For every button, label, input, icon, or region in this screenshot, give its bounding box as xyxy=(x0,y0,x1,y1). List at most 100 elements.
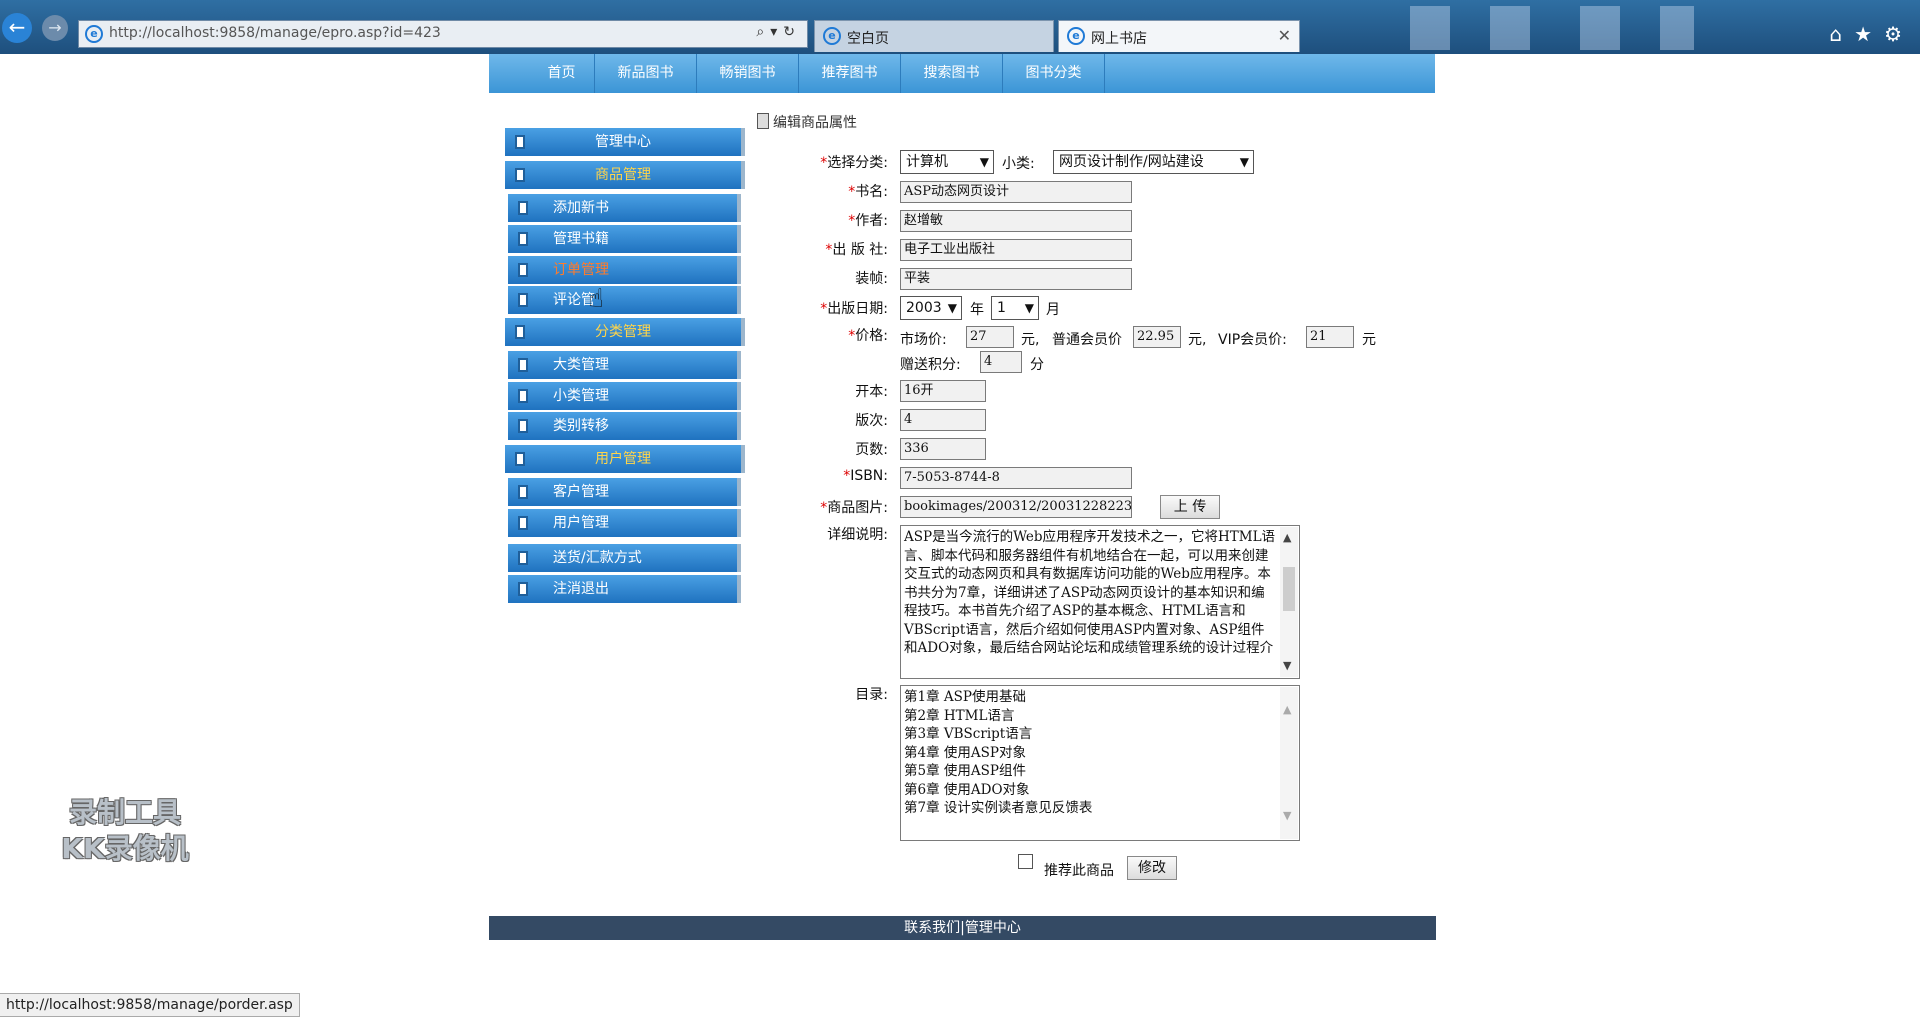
label-description: 详细说明: xyxy=(827,527,888,543)
nav-search-books[interactable]: 搜索图书 xyxy=(901,54,1003,93)
upload-button[interactable]: 上 传 xyxy=(1160,495,1220,519)
status-bar: http://localhost:9858/manage/porder.asp xyxy=(0,993,300,1017)
browser-tools: ⌂★⚙ xyxy=(1829,22,1914,46)
label-author: *作者: xyxy=(848,213,888,229)
label-pub-date: *出版日期: xyxy=(820,301,888,317)
address-bar[interactable]: e http://localhost:9858/manage/epro.asp?… xyxy=(78,20,808,48)
pages-input[interactable]: 336 xyxy=(900,438,986,460)
nav-new-books[interactable]: 新品图书 xyxy=(595,54,697,93)
sidebar-item-label: 分类管理 xyxy=(595,324,651,340)
chevron-down-icon[interactable]: ▼ xyxy=(1283,657,1291,676)
submit-button[interactable]: 修改 xyxy=(1127,856,1177,880)
subcategory-select[interactable]: 网页设计制作/网站建设 ▼ xyxy=(1053,150,1254,174)
chevron-up-icon[interactable]: ▲ xyxy=(1283,529,1291,548)
search-refresh-icons[interactable]: ⌕▾↻ xyxy=(756,24,801,40)
sidebar-item-users[interactable]: 用户管理 xyxy=(508,509,741,537)
edition-input[interactable]: 4 xyxy=(900,409,986,431)
book-icon xyxy=(515,452,525,466)
year-select[interactable]: 2003 ▼ xyxy=(900,296,962,320)
toc-textarea[interactable]: 第1章 ASP使用基础 第2章 HTML语言 第3章 VBScript语言 第4… xyxy=(900,685,1300,841)
chevron-down-icon: ▼ xyxy=(1239,155,1249,169)
main-nav: 首页 新品图书 畅销图书 推荐图书 搜索图书 图书分类 xyxy=(489,54,1435,93)
label-edition: 版次: xyxy=(855,413,888,429)
binding-input[interactable]: 平装 xyxy=(900,268,1132,290)
chevron-up-icon[interactable]: ▲ xyxy=(1283,701,1291,720)
book-icon xyxy=(518,419,528,433)
sidebar-item-manage-books[interactable]: 管理书籍 xyxy=(508,225,741,253)
hand-cursor-icon: ☝ xyxy=(588,284,604,314)
book-icon xyxy=(518,293,528,307)
home-icon[interactable]: ⌂ xyxy=(1829,22,1854,46)
sidebar-item-orders[interactable]: 订单管理 xyxy=(508,256,741,284)
label-format: 开本: xyxy=(855,384,888,400)
star-icon[interactable]: ★ xyxy=(1854,22,1884,46)
forward-arrow-icon[interactable]: → xyxy=(42,15,68,41)
chevron-down-icon[interactable]: ▼ xyxy=(1283,807,1291,826)
nav-categories[interactable]: 图书分类 xyxy=(1003,54,1105,93)
sidebar-item-label: 送货/汇款方式 xyxy=(553,550,642,566)
label-category: *选择分类: xyxy=(820,155,888,171)
nav-home[interactable]: 首页 xyxy=(529,54,595,93)
month-select[interactable]: 1 ▼ xyxy=(991,296,1039,320)
recommend-checkbox[interactable] xyxy=(1018,854,1033,869)
url-text: http://localhost:9858/manage/epro.asp?id… xyxy=(109,25,441,41)
sidebar-item-customers[interactable]: 客户管理 xyxy=(508,478,741,506)
author-input[interactable]: 赵增敏 xyxy=(900,210,1132,232)
label-publisher: *出 版 社: xyxy=(825,242,888,258)
back-arrow-icon[interactable]: ← xyxy=(2,13,32,43)
vip-price-input[interactable]: 21 xyxy=(1306,326,1354,348)
form-title: 编辑商品属性 xyxy=(757,112,857,132)
book-name-input[interactable]: ASP动态网页设计 xyxy=(900,181,1132,203)
points-unit: 分 xyxy=(1030,357,1044,373)
tab-blank-page[interactable]: e 空白页 xyxy=(814,20,1054,52)
member-price-input[interactable]: 22.95 xyxy=(1133,326,1181,348)
sidebar-item-label: 订单管理 xyxy=(553,262,609,278)
scrollbar[interactable]: ▲ ▼ xyxy=(1280,687,1298,839)
sidebar-item-add-book[interactable]: 添加新书 xyxy=(508,194,741,222)
nav-recommended[interactable]: 推荐图书 xyxy=(799,54,901,93)
label-member-price: 普通会员价 xyxy=(1052,332,1122,348)
scrollbar[interactable]: ▲ ▼ xyxy=(1280,527,1298,677)
close-icon[interactable]: ✕ xyxy=(1278,26,1291,45)
market-price-input[interactable]: 27 xyxy=(966,326,1014,348)
gear-icon[interactable]: ⚙ xyxy=(1884,22,1914,46)
sidebar-item-label: 管理书籍 xyxy=(553,231,609,247)
page-footer[interactable]: 联系我们|管理中心 xyxy=(489,916,1436,940)
scroll-thumb[interactable] xyxy=(1283,567,1295,611)
points-input[interactable]: 4 xyxy=(980,351,1022,373)
tab-online-bookstore[interactable]: e 网上书店 ✕ xyxy=(1058,20,1300,52)
label-market-price: 市场价: xyxy=(900,332,947,348)
watermark-line: KK录像机 xyxy=(61,832,189,865)
sidebar-item-logout[interactable]: 注消退出 xyxy=(508,575,741,603)
label-binding: 装帧: xyxy=(855,271,888,287)
sidebar-item-label: 添加新书 xyxy=(553,200,609,216)
sidebar-header-admin-center[interactable]: 管理中心 xyxy=(505,128,745,156)
toc-line: 第6章 使用ADO对象 xyxy=(904,781,1030,798)
category-select[interactable]: 计算机 ▼ xyxy=(900,150,994,174)
book-icon xyxy=(518,389,528,403)
watermark-line: 录制工具 xyxy=(68,796,181,829)
sidebar-header-user-management[interactable]: 用户管理 xyxy=(505,445,745,473)
sidebar-header-product-management[interactable]: 商品管理 xyxy=(505,161,745,189)
sidebar-item-subcategories[interactable]: 小类管理 xyxy=(508,382,741,410)
sidebar-item-label: 客户管理 xyxy=(553,484,609,500)
sidebar-item-major-categories[interactable]: 大类管理 xyxy=(508,351,741,379)
format-input[interactable]: 16开 xyxy=(900,380,986,402)
form-title-text: 编辑商品属性 xyxy=(773,115,857,131)
publisher-input[interactable]: 电子工业出版社 xyxy=(900,239,1132,261)
recorder-watermark: 录制工具 KK录像机 xyxy=(40,795,210,867)
sidebar-item-label: 管理中心 xyxy=(595,134,651,150)
chevron-down-icon: ▼ xyxy=(979,155,989,169)
sidebar-item-comments[interactable]: 评论管 xyxy=(508,286,741,314)
isbn-input[interactable]: 7-5053-8744-8 xyxy=(900,467,1132,489)
image-path-input[interactable]: bookimages/200312/200312282230411 xyxy=(900,496,1132,518)
sidebar-item-shipping-payment[interactable]: 送货/汇款方式 xyxy=(508,544,741,572)
nav-bestsellers[interactable]: 畅销图书 xyxy=(697,54,799,93)
sidebar-item-category-transfer[interactable]: 类别转移 xyxy=(508,412,741,440)
chevron-down-icon: ▼ xyxy=(947,301,957,315)
browser-toolbar: ← → e http://localhost:9858/manage/epro.… xyxy=(0,0,1920,54)
sidebar-header-category-management[interactable]: 分类管理 xyxy=(505,318,745,346)
book-icon xyxy=(518,551,528,565)
description-textarea[interactable]: ASP是当今流行的Web应用程序开发技术之一，它将HTML语言、脚本代码和服务器… xyxy=(900,525,1300,679)
vip-price-unit: 元 xyxy=(1362,332,1376,348)
